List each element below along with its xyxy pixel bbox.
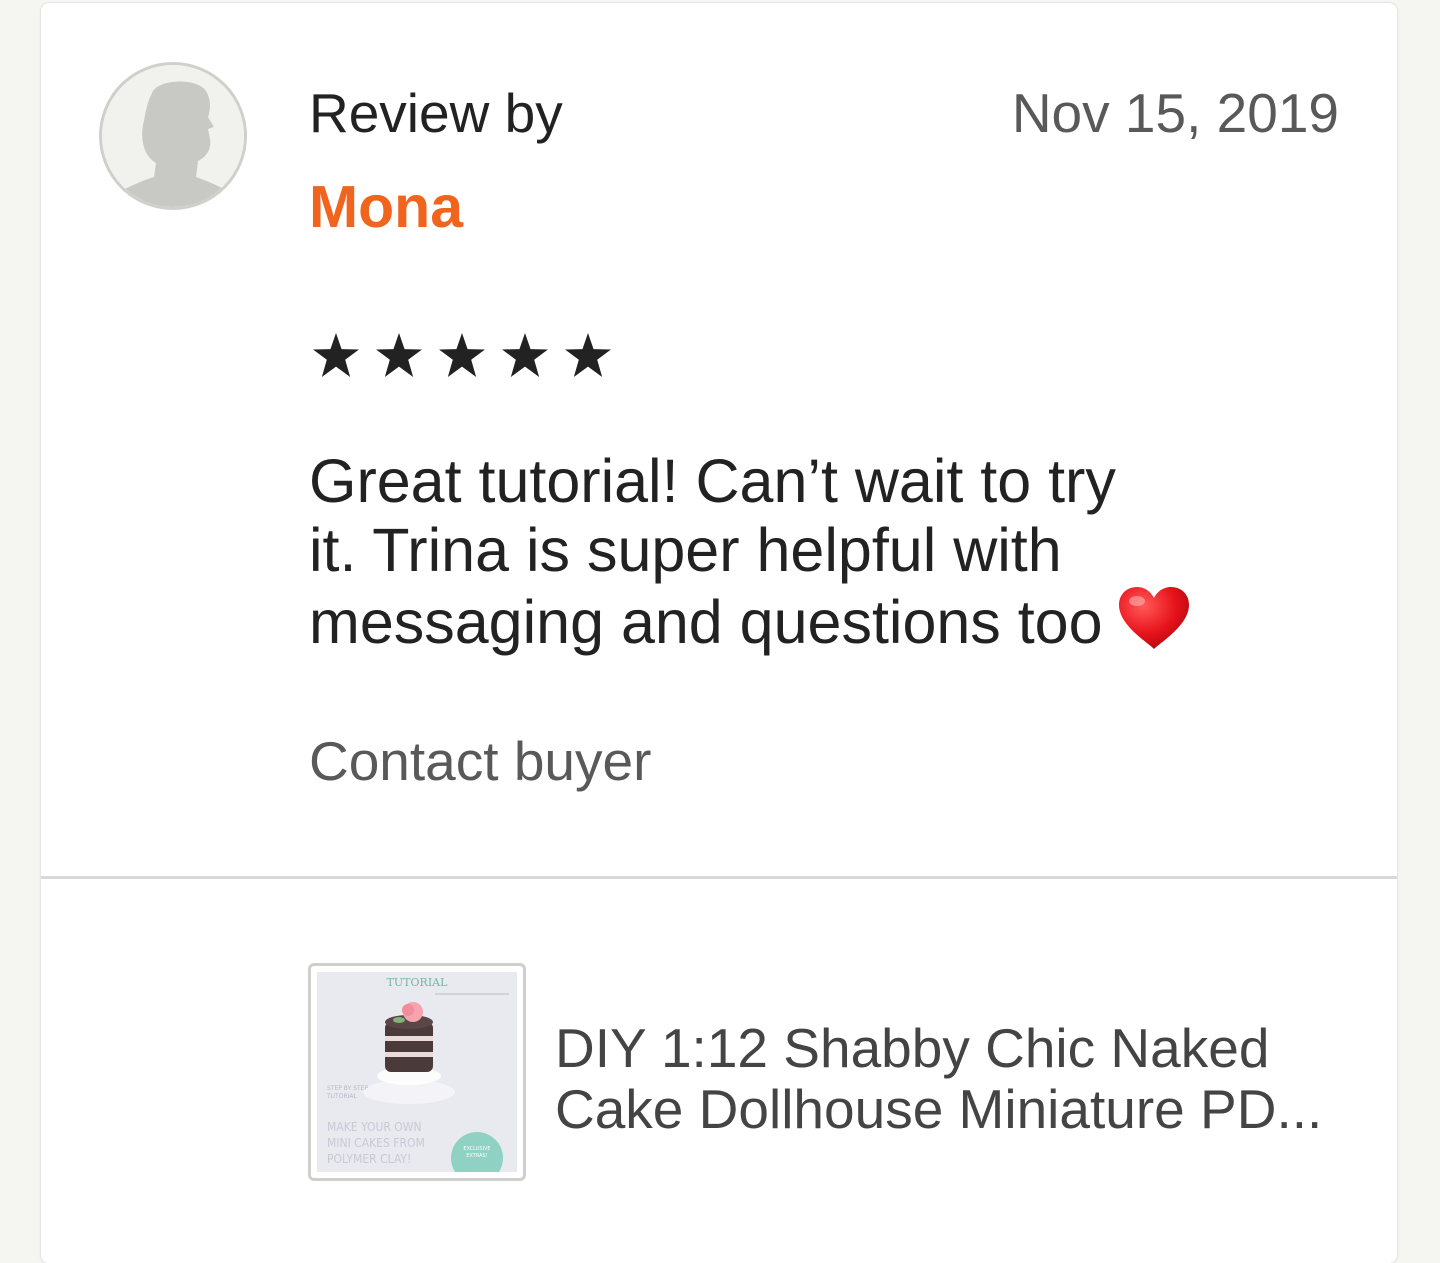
listing-title-link[interactable]: DIY 1:12 Shabby Chic Naked Cake Dollhous…: [555, 1018, 1355, 1140]
contact-buyer-link[interactable]: Contact buyer: [309, 731, 651, 792]
thumbnail-caption: MAKE YOUR OWN: [327, 1120, 422, 1134]
star-rating: [313, 333, 611, 377]
listing-thumbnail[interactable]: TUTORIAL STEP BY STEP TUTORIAL MAKE YOUR…: [308, 963, 526, 1181]
review-card: Review by Mona Nov 15, 2019 Great tutori…: [41, 3, 1397, 1263]
avatar[interactable]: [99, 62, 247, 210]
review-text-line: it. Trina is super helpful with: [309, 516, 1319, 585]
review-text-line: Great tutorial! Can’t wait to try: [309, 447, 1319, 516]
star-icon: [439, 333, 485, 377]
star-icon: [376, 333, 422, 377]
review-text-line-content: messaging and questions too: [309, 588, 1103, 656]
listing-title-line: Cake Dollhouse Miniature PD...: [555, 1079, 1355, 1140]
thumbnail-heading: TUTORIAL: [387, 976, 449, 989]
star-icon: [313, 333, 359, 377]
review-by-label: Review by: [309, 83, 563, 144]
review-text-line: messaging and questions too: [309, 585, 1319, 657]
divider: [41, 876, 1397, 879]
thumbnail-caption: MINI CAKES FROM: [327, 1136, 425, 1150]
listing-thumbnail-image: TUTORIAL STEP BY STEP TUTORIAL MAKE YOUR…: [317, 972, 517, 1172]
thumbnail-side-text: STEP BY STEP: [327, 1085, 368, 1092]
listing-title-line: DIY 1:12 Shabby Chic Naked: [555, 1018, 1355, 1079]
review-text: Great tutorial! Can’t wait to try it. Tr…: [309, 447, 1319, 657]
thumbnail-badge: EXCLUSIVE: [463, 1146, 490, 1152]
thumbnail-badge: EXTRAS!: [466, 1153, 487, 1159]
star-icon: [502, 333, 548, 377]
star-icon: [565, 333, 611, 377]
review-date: Nov 15, 2019: [1012, 83, 1339, 144]
default-user-icon: [102, 65, 244, 207]
thumbnail-caption: POLYMER CLAY!: [327, 1152, 411, 1166]
reviewer-name[interactable]: Mona: [309, 175, 463, 240]
thumbnail-side-text: TUTORIAL: [326, 1093, 357, 1100]
red-heart-icon: [1117, 585, 1191, 651]
